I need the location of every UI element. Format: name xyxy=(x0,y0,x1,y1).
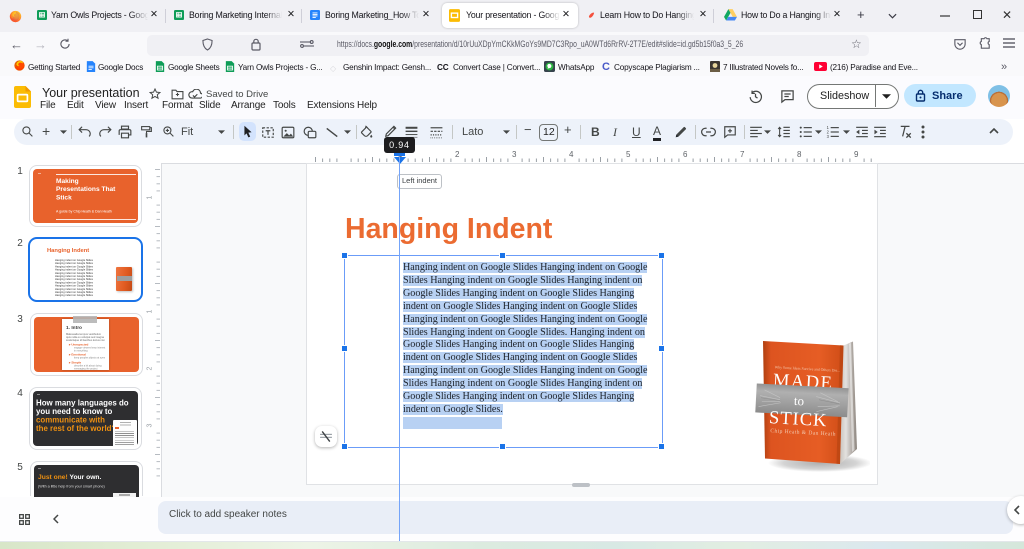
svg-text:3: 3 xyxy=(827,134,830,138)
svg-text:to: to xyxy=(794,393,805,409)
